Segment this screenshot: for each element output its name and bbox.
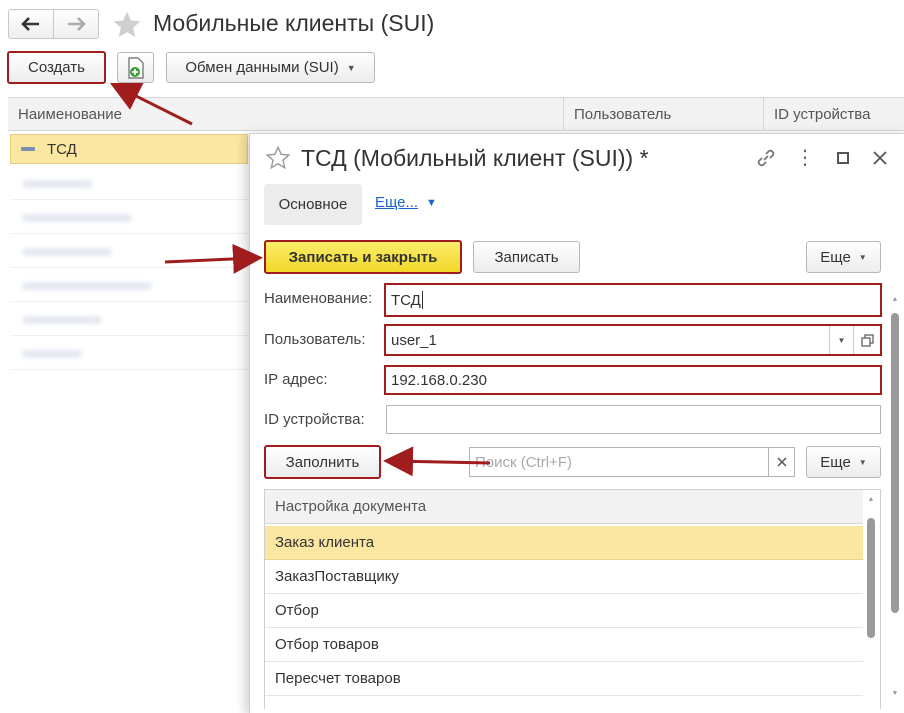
table-row[interactable]: Пересчет товаров	[265, 662, 863, 696]
add-copy-button[interactable]	[117, 52, 154, 83]
list-item-blurred	[22, 282, 152, 290]
close-icon	[776, 457, 787, 467]
caret-down-icon: ▼	[346, 62, 356, 73]
user-field[interactable]: user_1	[384, 324, 882, 356]
list-item-blurred	[22, 214, 132, 222]
list-divider	[10, 199, 248, 200]
table-row[interactable]: Отбор товаров	[265, 628, 863, 662]
ip-field[interactable]: 192.168.0.230	[384, 365, 882, 395]
device-id-field[interactable]	[386, 405, 881, 434]
open-window-icon	[860, 333, 874, 347]
list-divider	[10, 335, 248, 336]
name-label: Наименование:	[264, 290, 373, 307]
star-icon[interactable]	[111, 9, 143, 41]
form-scroll-up-icon[interactable]: ▲	[890, 296, 900, 306]
list-divider	[10, 233, 248, 234]
list-divider	[10, 301, 248, 302]
forward-button[interactable]	[53, 9, 99, 39]
tab-more-link[interactable]: Еще... ▼	[375, 194, 437, 211]
form-scrollbar-thumb[interactable]	[891, 313, 899, 613]
list-item-blurred	[22, 350, 82, 358]
column-device-id[interactable]: ID устройства	[774, 97, 870, 131]
list-divider	[10, 369, 248, 370]
link-icon[interactable]	[754, 147, 778, 169]
list-item-blurred	[22, 316, 102, 324]
column-name[interactable]: Наименование	[18, 97, 122, 131]
form-star-icon[interactable]	[265, 145, 291, 171]
list-item-label: ТСД	[47, 140, 77, 158]
list-divider	[10, 267, 248, 268]
column-divider	[563, 97, 564, 131]
search-clear-button[interactable]	[768, 447, 795, 477]
user-label: Пользователь:	[264, 331, 366, 348]
table-row[interactable]: Заказ клиента	[265, 526, 863, 560]
arrow-left-icon	[21, 17, 39, 31]
form-title: ТСД (Мобильный клиент (SUI)) *	[301, 145, 649, 171]
table-row[interactable]: ЗаказПоставщику	[265, 560, 863, 594]
arrow-to-save-close-button	[164, 243, 263, 274]
table-header[interactable]: Настройка документа	[265, 490, 863, 524]
more-vertical-icon[interactable]: ⋮	[795, 146, 815, 170]
list-header	[8, 97, 904, 131]
ip-label: IP адрес:	[264, 371, 328, 388]
caret-down-icon: ▼	[858, 252, 867, 262]
list-item-blurred	[22, 248, 112, 256]
table-more-button[interactable]: Еще ▼	[806, 446, 881, 478]
page-title: Мобильные клиенты (SUI)	[153, 10, 435, 36]
close-icon[interactable]	[873, 151, 887, 165]
maximize-icon[interactable]	[837, 152, 849, 164]
user-dropdown-button[interactable]: ▼	[829, 326, 853, 354]
exchange-dropdown-button[interactable]: Обмен данными (SUI) ▼	[166, 52, 375, 83]
save-and-close-button[interactable]: Записать и закрыть	[264, 240, 462, 274]
tab-main[interactable]: Основное	[264, 184, 362, 225]
caret-down-icon: ▼	[858, 457, 867, 467]
list-item-blurred	[22, 180, 92, 188]
search-input[interactable]: Поиск (Ctrl+F)	[469, 447, 769, 477]
list-row-selected[interactable]: ТСД	[10, 134, 248, 164]
fill-button[interactable]: Заполнить	[264, 445, 381, 479]
document-add-icon	[127, 56, 144, 79]
table-scroll-up-icon[interactable]: ▲	[866, 496, 876, 506]
device-id-label: ID устройства:	[264, 411, 365, 428]
text-cursor	[421, 291, 423, 309]
table-row[interactable]: Отбор	[265, 594, 863, 628]
more-actions-button[interactable]: Еще ▼	[806, 241, 881, 273]
exchange-button-label: Обмен данными (SUI)	[185, 59, 339, 76]
arrow-right-icon	[68, 17, 86, 31]
caret-down-icon: ▼	[837, 335, 846, 345]
column-divider	[763, 97, 764, 131]
form-scroll-down-icon[interactable]: ▼	[890, 690, 900, 700]
dash-icon	[21, 147, 35, 151]
back-button[interactable]	[8, 9, 54, 39]
caret-down-icon: ▼	[426, 196, 437, 209]
save-button[interactable]: Записать	[473, 241, 580, 273]
table-scrollbar-thumb[interactable]	[867, 518, 875, 638]
name-field[interactable]: ТСД	[384, 283, 882, 317]
user-open-button[interactable]	[853, 326, 880, 354]
create-button[interactable]: Создать	[7, 51, 106, 84]
column-user[interactable]: Пользователь	[574, 97, 671, 131]
